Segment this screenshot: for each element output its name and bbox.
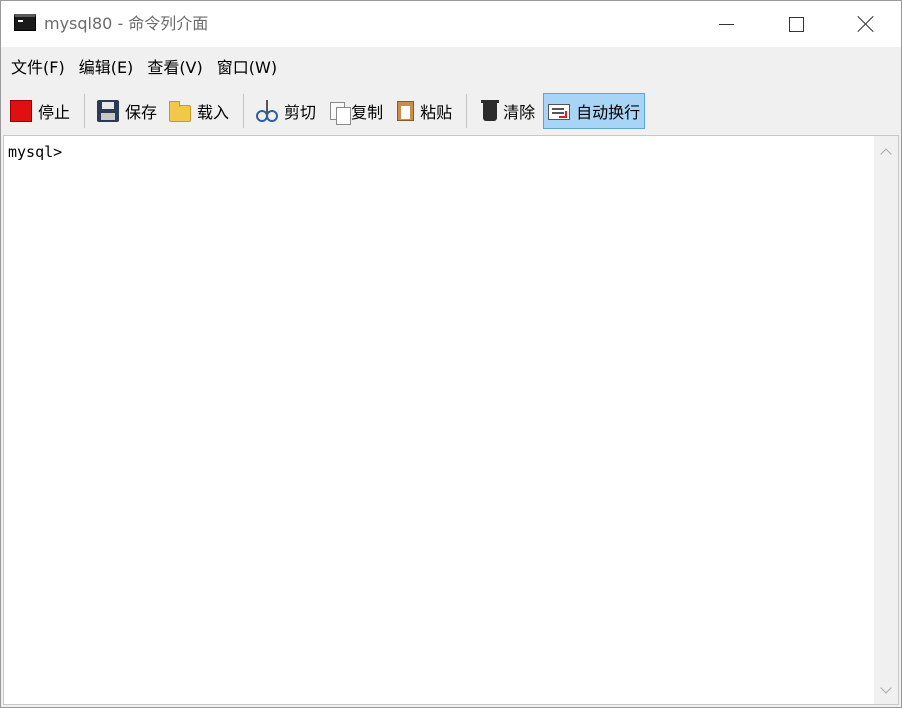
copy-label: 复制 <box>351 103 384 122</box>
menu-edit[interactable]: 编辑(E) <box>73 57 140 79</box>
cut-button[interactable]: 剪切 <box>252 93 320 129</box>
toolbar-separator <box>84 94 86 128</box>
load-button[interactable]: 载入 <box>165 93 233 129</box>
chevron-up-icon <box>880 148 892 160</box>
minimize-button[interactable] <box>691 1 761 47</box>
menu-window[interactable]: 窗口(W) <box>211 57 283 79</box>
scissors-icon <box>256 100 279 122</box>
console-app-icon <box>14 14 36 31</box>
load-label: 载入 <box>197 103 230 122</box>
stop-label: 停止 <box>38 103 71 122</box>
window-title: mysql80 - 命令列介面 <box>44 14 209 33</box>
copy-button[interactable]: 复制 <box>324 93 387 129</box>
scroll-down-button[interactable] <box>874 678 898 702</box>
menu-view[interactable]: 查看(V) <box>141 57 208 79</box>
cut-label: 剪切 <box>284 103 317 122</box>
paste-button[interactable]: 粘贴 <box>391 93 456 129</box>
scroll-up-button[interactable] <box>874 140 898 164</box>
folder-icon <box>169 100 192 122</box>
title-bar[interactable]: mysql80 - 命令列介面 <box>1 1 901 47</box>
trash-icon <box>481 99 500 121</box>
maximize-icon <box>788 16 804 32</box>
maximize-button[interactable] <box>761 1 831 47</box>
copy-icon <box>330 102 352 125</box>
paste-label: 粘贴 <box>420 103 453 122</box>
close-button[interactable] <box>831 1 901 47</box>
application-window: mysql80 - 命令列介面 文件(F) 编辑(E) 查看(V) 窗口(W) … <box>0 0 902 708</box>
menu-bar: 文件(F) 编辑(E) 查看(V) 窗口(W) <box>1 47 901 89</box>
close-icon <box>857 15 875 33</box>
toolbar-separator <box>243 94 245 128</box>
console-output[interactable]: mysql> <box>3 135 899 705</box>
toolbar-separator <box>466 94 468 128</box>
save-icon <box>97 100 120 122</box>
word-wrap-icon <box>548 104 571 120</box>
minimize-icon <box>718 23 734 25</box>
save-label: 保存 <box>125 103 158 122</box>
console-prompt: mysql> <box>8 143 63 161</box>
stop-icon <box>10 100 32 122</box>
word-wrap-label: 自动换行 <box>576 103 641 122</box>
word-wrap-toggle[interactable]: 自动换行 <box>543 93 646 129</box>
clear-button[interactable]: 清除 <box>475 93 539 129</box>
vertical-scrollbar[interactable] <box>874 136 898 704</box>
toolbar: 停止 保存 载入 剪切 复制 粘贴 清除 自动换行 <box>1 89 901 133</box>
paste-icon <box>397 101 415 121</box>
stop-button[interactable]: 停止 <box>6 93 74 129</box>
save-button[interactable]: 保存 <box>93 93 161 129</box>
chevron-down-icon <box>880 682 892 694</box>
clear-label: 清除 <box>503 103 536 122</box>
menu-file[interactable]: 文件(F) <box>5 57 71 79</box>
